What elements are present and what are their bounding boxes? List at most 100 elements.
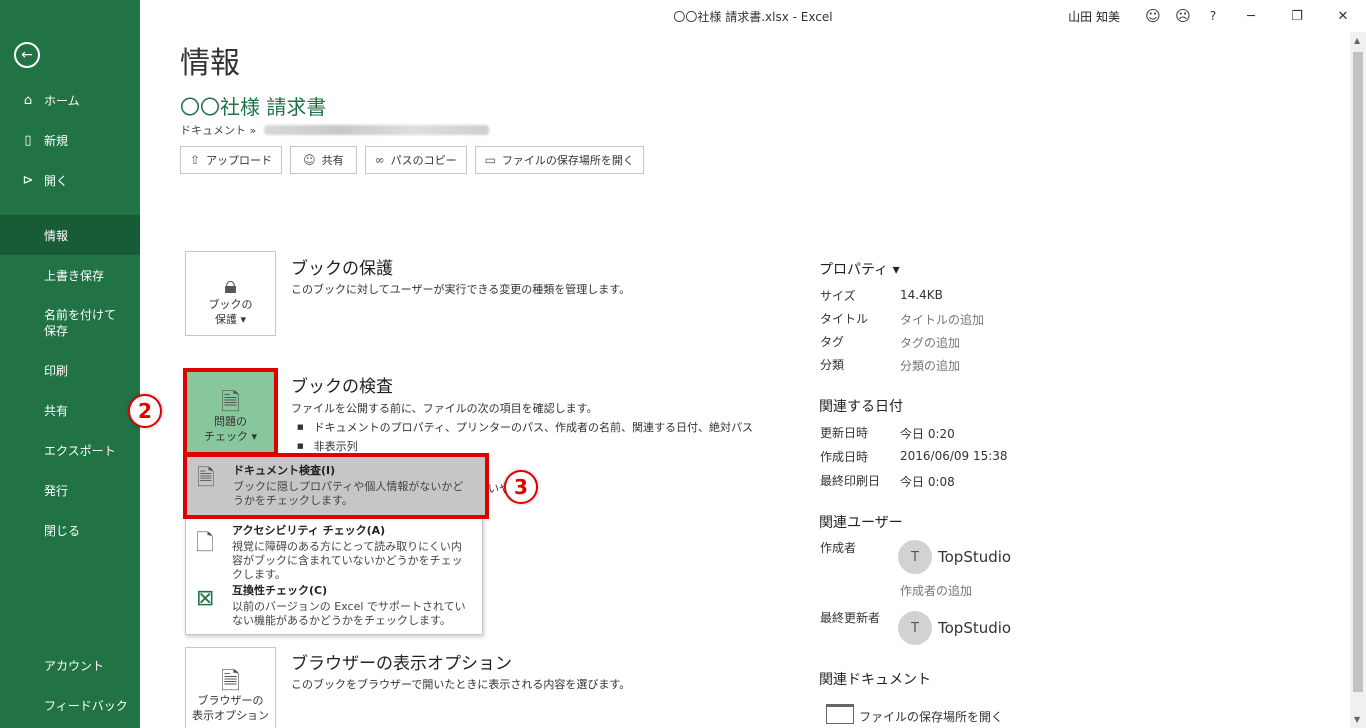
open-location-button[interactable]: ▭ ファイルの保存場所を開く [474, 146, 644, 174]
browser-view-options-button[interactable]: 🗎︎ ブラウザーの 表示オプション [185, 647, 276, 728]
sidebar-item-label: 印刷 [44, 363, 69, 378]
copy-path-button[interactable]: ∞ パスのコピー [364, 146, 467, 174]
sidebar-item-label: ホーム [44, 93, 80, 108]
sidebar-item-save[interactable]: 上書き保存 [0, 265, 140, 285]
restore-icon[interactable]: ❐ [1274, 9, 1320, 24]
prop-label: タイトル [820, 312, 869, 326]
sidebar-item-label: 上書き保存 [44, 268, 105, 283]
prop-value-title[interactable]: タイトルの追加 [900, 311, 984, 328]
add-author-link[interactable]: 作成者の追加 [900, 582, 972, 599]
sidebar-item-feedback[interactable]: フィードバック [0, 695, 140, 715]
back-arrow-icon[interactable]: ← [14, 42, 40, 68]
date-value: 2016/06/09 15:38 [900, 449, 1008, 463]
title-bar-controls: 山田 知美 ☺ ☹ ? ─ ❐ ✕ [1068, 0, 1366, 32]
open-file-location-link[interactable]: ファイルの保存場所を開く [859, 708, 1003, 725]
sidebar-item-new[interactable]: ▯ 新規 [0, 130, 140, 150]
vertical-scrollbar[interactable]: ▲ ▼ [1350, 32, 1366, 728]
protect-description: このブックに対してユーザーが実行できる変更の種類を管理します。 [291, 283, 631, 296]
sidebar-item-label: 発行 [44, 483, 69, 498]
minimize-icon[interactable]: ─ [1228, 9, 1274, 24]
scroll-down-arrow-icon[interactable]: ▼ [1354, 715, 1360, 724]
folder-open-icon: ⊳ [22, 172, 34, 188]
sidebar-item-share[interactable]: 共有 [0, 400, 140, 420]
document-check-icon: 🗎︎ [220, 388, 241, 416]
last-modified-name[interactable]: TopStudio [938, 619, 1011, 637]
last-modified-label: 最終更新者 [820, 611, 881, 625]
date-label: 最終印刷日 [820, 474, 881, 488]
blurred-path [264, 125, 490, 135]
inspect-bullet: 非表示列 [297, 438, 358, 454]
title-bar: 〇〇社様 請求書.xlsx - Excel 山田 知美 ☺ ☹ ? ─ ❐ ✕ [140, 0, 1366, 32]
document-actions: ⇧ アップロード ☺ 共有 ∞ パスのコピー ▭ ファイルの保存場所を開く [180, 146, 644, 174]
sidebar-item-save-as[interactable]: 名前を付けて保存 [0, 307, 140, 339]
sidebar-item-label: 名前を付けて保存 [44, 308, 117, 338]
browser-button-line1: ブラウザーの [197, 694, 264, 707]
smile-icon[interactable]: ☺ [1138, 7, 1168, 25]
menu-item-title: ドキュメント検査(I) [233, 464, 336, 477]
sidebar-item-print[interactable]: 印刷 [0, 360, 140, 380]
date-value: 今日 0:20 [900, 427, 955, 441]
upload-button[interactable]: ⇧ アップロード [180, 146, 283, 174]
browser-document-icon: 🗎︎ [220, 667, 241, 695]
related-people-heading: 関連ユーザー [819, 515, 903, 531]
inspect-bullet: ドキュメントのプロパティ、プリンターのパス、作成者の名前、関連する日付、絶対パス [297, 419, 753, 435]
sidebar-item-label: 開く [44, 173, 69, 188]
upload-icon: ⇧ [190, 153, 201, 167]
menu-item-title: アクセシビリティ チェック(A) [232, 524, 386, 537]
sidebar-item-info[interactable]: 情報 [0, 215, 140, 255]
sidebar-item-publish[interactable]: 発行 [0, 480, 140, 500]
menu-item-title: 互換性チェック(C) [232, 584, 328, 597]
menu-item-desc: ブックに隠しプロパティや個人情報がないかどうかをチェックします。 [233, 480, 464, 507]
inspect-button-line2: チェック ▾ [203, 430, 258, 443]
prop-label: タグ [820, 335, 845, 349]
date-value: 今日 0:08 [900, 475, 955, 489]
share-button[interactable]: ☺ 共有 [290, 146, 357, 174]
scroll-up-arrow-icon[interactable]: ▲ [1354, 36, 1360, 45]
sidebar-item-label: エクスポート [44, 443, 116, 458]
avatar: T [898, 540, 932, 574]
sidebar-item-label: フィードバック [44, 698, 128, 713]
user-name[interactable]: 山田 知美 [1068, 8, 1120, 25]
sidebar-item-label: 新規 [44, 133, 69, 148]
protect-button-line1: ブックの [208, 298, 253, 311]
protect-workbook-button[interactable]: 🔒︎ ブックの 保護 ▾ [185, 251, 276, 336]
date-label: 作成日時 [820, 450, 869, 464]
properties-heading[interactable]: プロパティ ▾ [819, 259, 900, 279]
menu-item-inspect-document[interactable]: 🗎︎ ドキュメント検査(I) ブックに隠しプロパティや個人情報がないかどうかをチ… [183, 453, 489, 519]
lock-icon: 🔒︎ [224, 271, 237, 299]
folder-icon [826, 704, 854, 724]
menu-item-compatibility[interactable]: ⊠ 互換性チェック(C) 以前のバージョンの Excel でサポートされていない… [186, 582, 482, 634]
prop-label: 分類 [820, 358, 845, 372]
protect-heading: ブックの保護 [291, 259, 393, 279]
author-name[interactable]: TopStudio [938, 548, 1011, 566]
sidebar-item-label: アカウント [44, 658, 105, 673]
step-marker-2: 2 [128, 394, 162, 428]
frown-icon[interactable]: ☹ [1168, 7, 1198, 25]
compatibility-icon: ⊠ [196, 586, 215, 611]
sidebar-item-label: 情報 [44, 228, 69, 243]
breadcrumb-text: ドキュメント » [180, 124, 257, 137]
help-icon[interactable]: ? [1198, 9, 1228, 23]
sidebar-item-close[interactable]: 閉じる [0, 520, 140, 540]
menu-item-accessibility[interactable]: 🗋︎ アクセシビリティ チェック(A) 視覚に障碍のある方にとって読み取りにくい… [186, 522, 482, 581]
sidebar-item-open[interactable]: ⊳ 開く [0, 170, 140, 190]
prop-value-tags[interactable]: タグの追加 [900, 334, 960, 351]
scroll-thumb[interactable] [1353, 52, 1363, 692]
sidebar-item-label: 共有 [44, 403, 69, 418]
browser-heading: ブラウザーの表示オプション [291, 654, 512, 674]
check-for-issues-button[interactable]: 🗎︎ 問題の チェック ▾ [183, 368, 278, 456]
inspect-description: ファイルを公開する前に、ファイルの次の項目を確認します。 [291, 402, 598, 415]
close-icon[interactable]: ✕ [1320, 9, 1366, 24]
sidebar-item-account[interactable]: アカウント [0, 655, 140, 675]
document-title: 〇〇社様 請求書 [180, 95, 327, 119]
prop-value-category[interactable]: 分類の追加 [900, 357, 960, 374]
folder-icon: ▭ [484, 153, 496, 167]
copy-path-label: パスのコピー [390, 154, 457, 167]
home-icon: ⌂ [23, 92, 33, 108]
sidebar-item-export[interactable]: エクスポート [0, 440, 140, 460]
new-doc-icon: ▯ [24, 132, 32, 148]
sidebar-item-home[interactable]: ⌂ ホーム [0, 90, 140, 110]
upload-label: アップロード [206, 154, 273, 167]
check-for-issues-menu: 🗎︎ ドキュメント検査(I) ブックに隠しプロパティや個人情報がないかどうかをチ… [183, 453, 489, 635]
prop-value: 14.4KB [900, 288, 943, 302]
